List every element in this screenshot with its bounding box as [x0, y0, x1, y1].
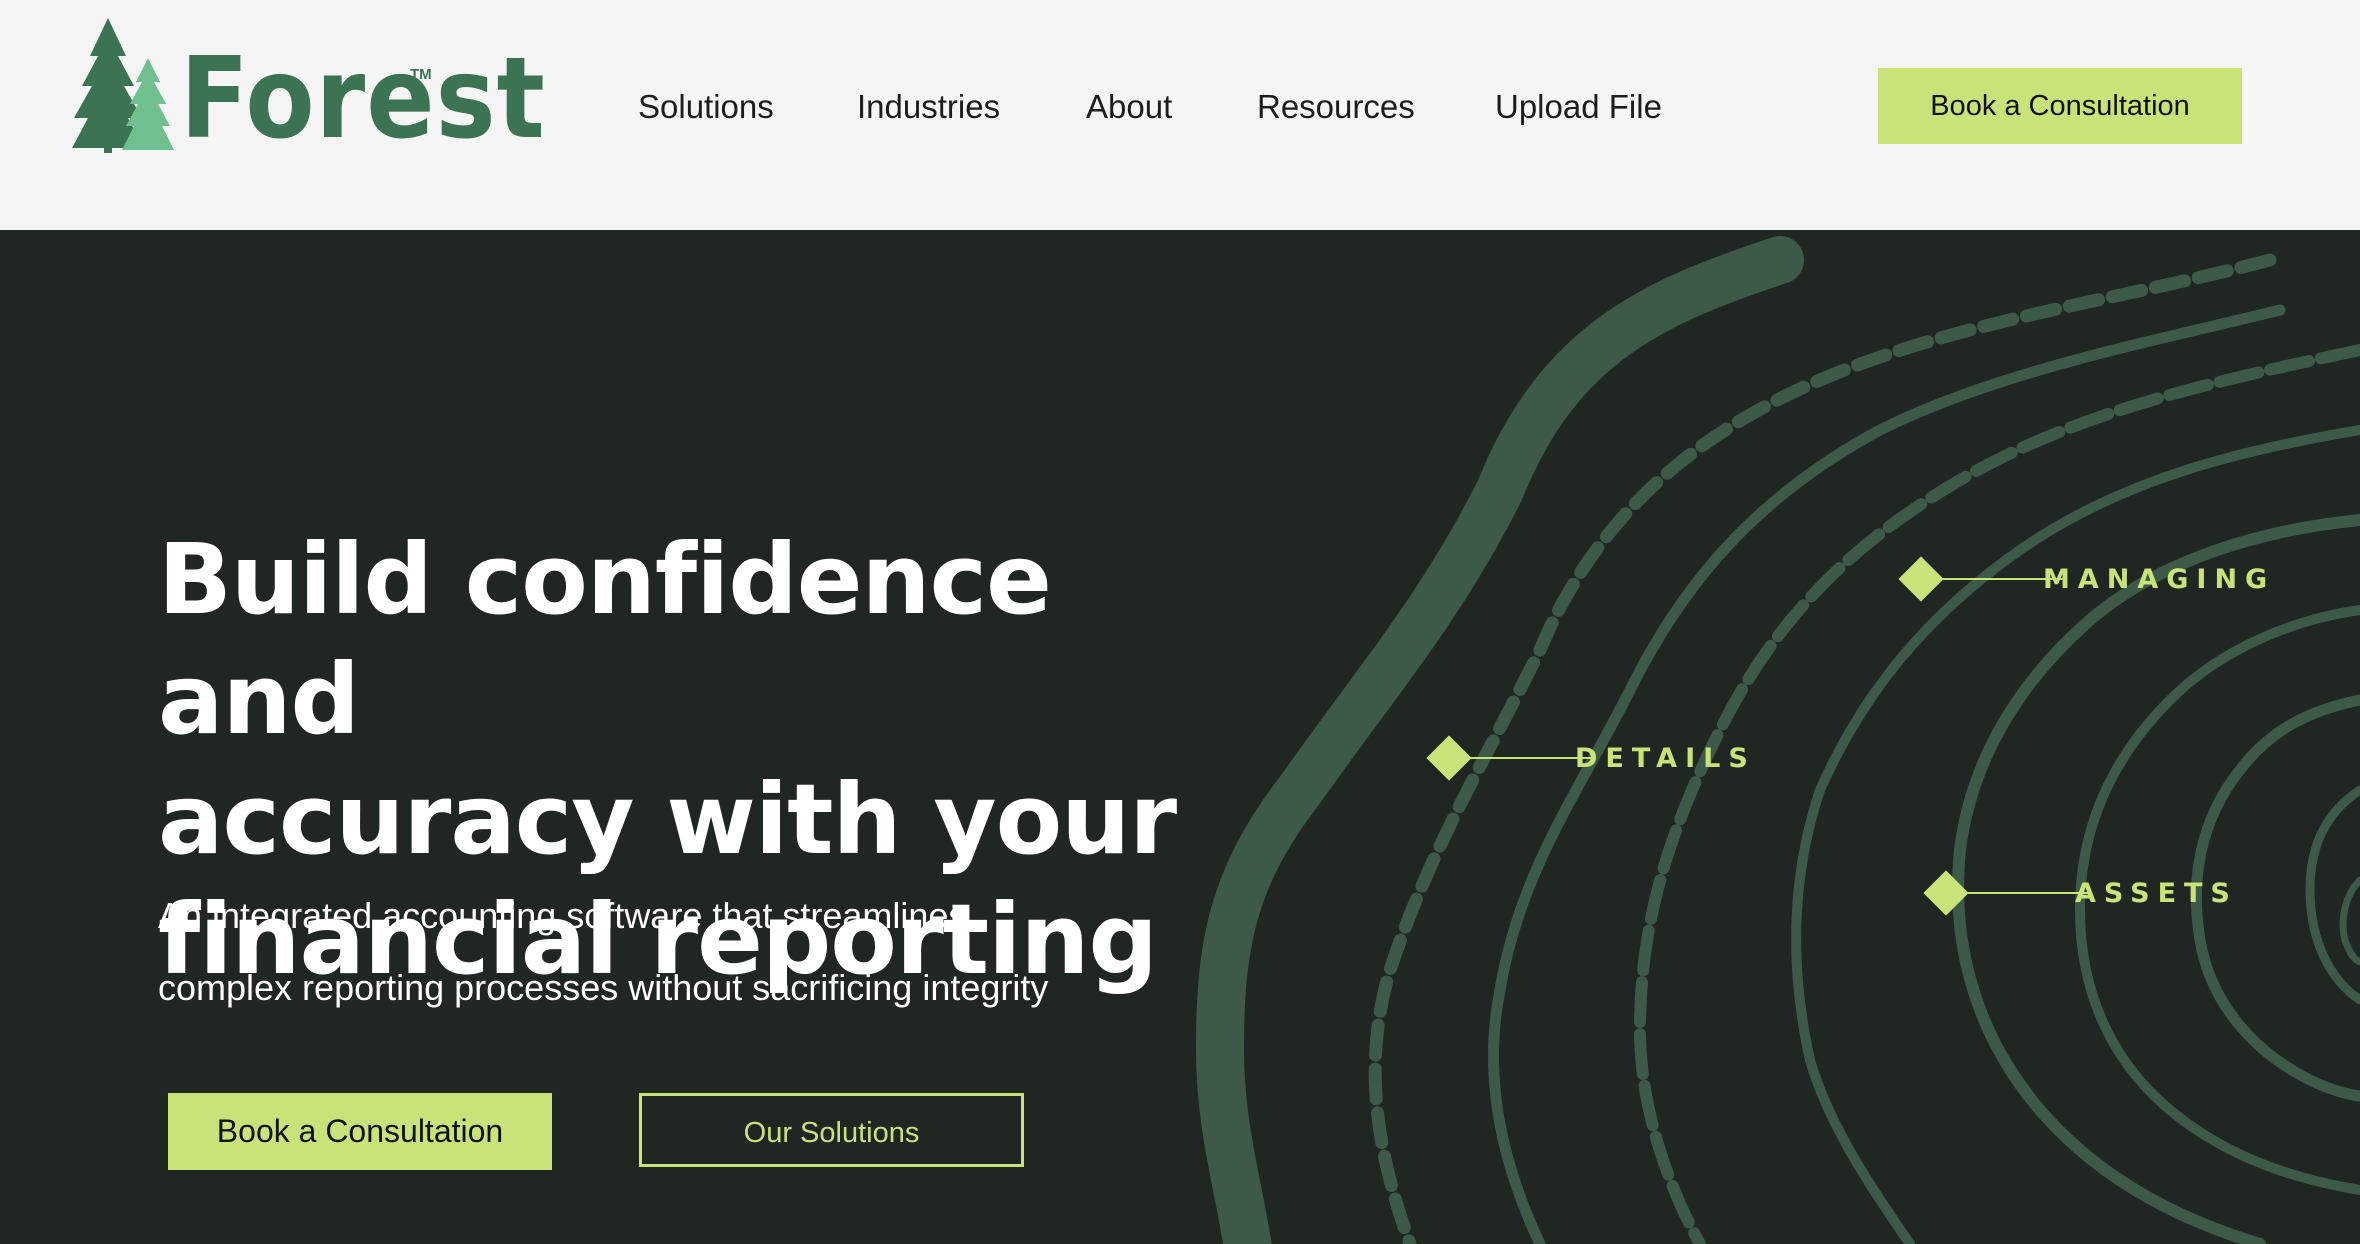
- our-solutions-button[interactable]: Our Solutions: [639, 1093, 1024, 1167]
- marker-line: [1966, 892, 2088, 894]
- nav-solutions[interactable]: Solutions: [638, 82, 774, 132]
- marker-assets: ASSETS: [1923, 870, 2260, 920]
- headline-line: accuracy with your: [158, 763, 1177, 876]
- hero-section: Build confidence and accuracy with your …: [0, 230, 2360, 1244]
- subtitle-line: complex reporting processes without sacr…: [158, 967, 1049, 1008]
- diamond-icon: [1923, 870, 1969, 916]
- nav-upload-file[interactable]: Upload File: [1495, 82, 1662, 132]
- marker-label: DETAILS: [1575, 743, 1756, 774]
- marker-managing: MANAGING: [1898, 556, 2267, 606]
- nav-resources[interactable]: Resources: [1257, 82, 1415, 132]
- marker-label: ASSETS: [2075, 878, 2238, 909]
- trademark: TM: [410, 66, 432, 83]
- diamond-icon: [1426, 735, 1472, 781]
- nav-about[interactable]: About: [1086, 82, 1172, 132]
- marker-label: MANAGING: [2043, 564, 2276, 595]
- subtitle-line: An integrated accounting software that s…: [158, 895, 967, 936]
- marker-line: [1469, 757, 1591, 759]
- headline-line: Build confidence and: [158, 523, 1052, 756]
- nav-industries[interactable]: Industries: [857, 82, 1000, 132]
- header-book-consultation-button[interactable]: Book a Consultation: [1878, 68, 2242, 144]
- hero-subtitle: An integrated accounting software that s…: [158, 880, 1258, 1024]
- marker-details: DETAILS: [1426, 735, 1773, 785]
- site-header: Forest TM Solutions Industries About Res…: [0, 0, 2360, 230]
- diamond-icon: [1898, 556, 1944, 602]
- hero-book-consultation-button[interactable]: Book a Consultation: [168, 1093, 552, 1170]
